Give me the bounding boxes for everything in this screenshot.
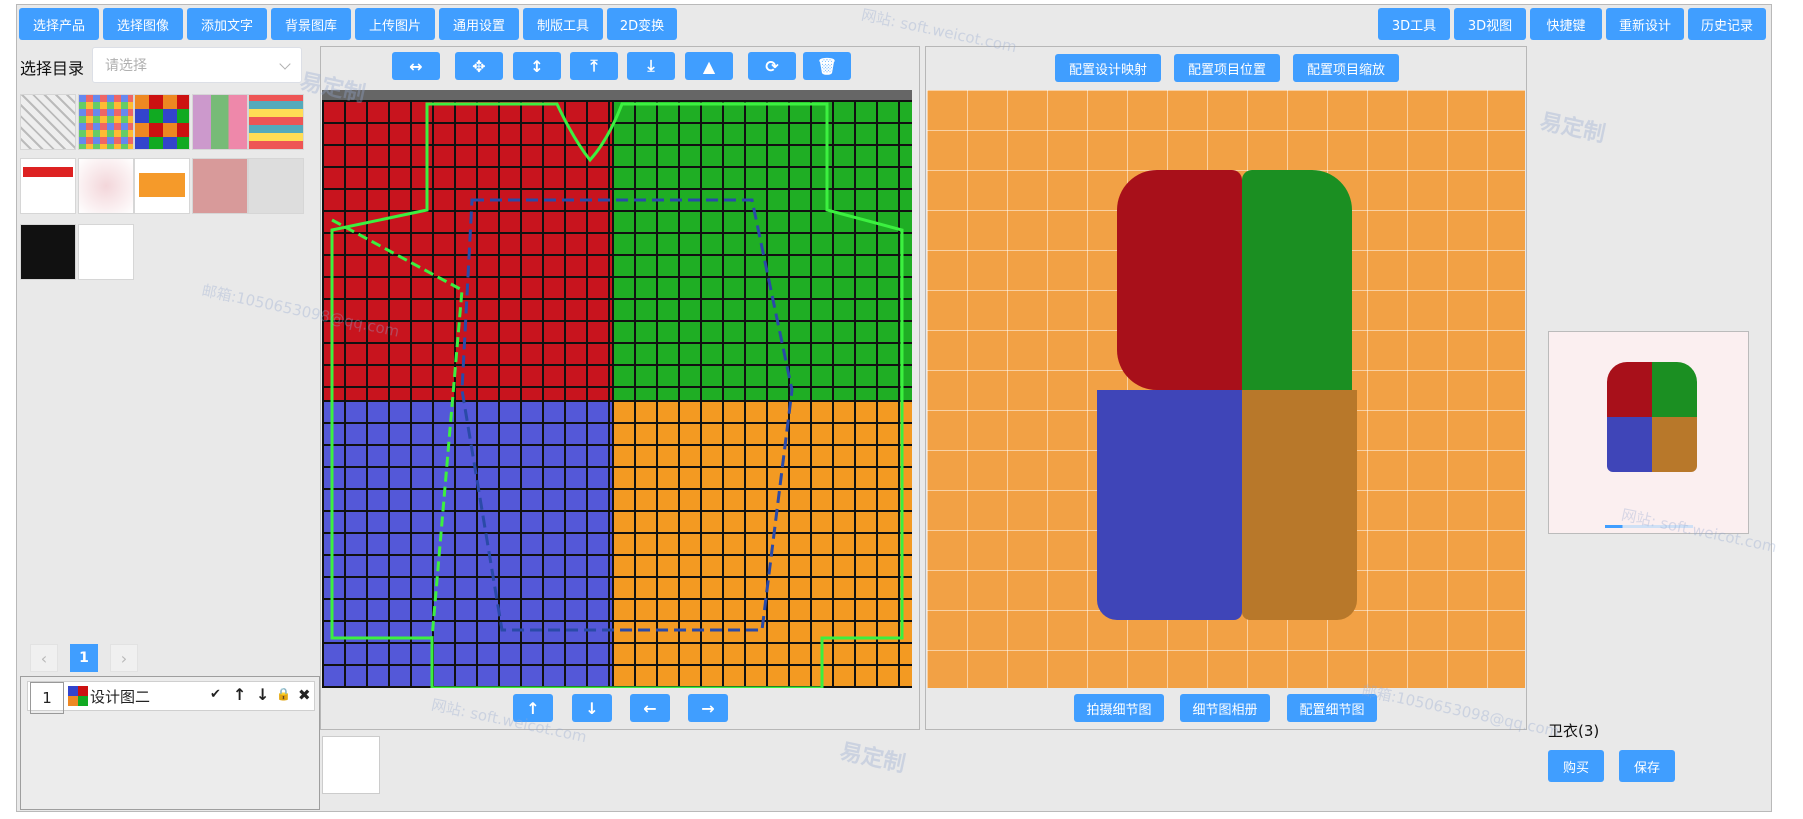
- align-top-button[interactable]: ⤒: [570, 52, 618, 80]
- layer-select-icon[interactable]: ✔: [210, 687, 221, 702]
- product-preview-card[interactable]: [1548, 331, 1749, 534]
- background-library-button[interactable]: 背景图库: [271, 8, 351, 40]
- center-button[interactable]: ▲: [685, 52, 733, 80]
- layer-up-icon[interactable]: ↑: [233, 685, 246, 704]
- image-thumbnail[interactable]: [248, 94, 304, 150]
- image-thumbnail[interactable]: [248, 158, 304, 214]
- align-bottom-button[interactable]: ⤓: [627, 52, 675, 80]
- product-name: 卫衣(3): [1548, 722, 1600, 740]
- pagination-next[interactable]: ›: [110, 644, 138, 672]
- config-item-scale-button[interactable]: 配置项目缩放: [1293, 54, 1399, 82]
- image-thumbnail[interactable]: [192, 158, 248, 214]
- capture-detail-button[interactable]: 拍摄细节图: [1074, 694, 1164, 722]
- design-canvas[interactable]: [322, 90, 912, 688]
- move-down-button[interactable]: ↓: [572, 694, 612, 722]
- select-product-button[interactable]: 选择产品: [19, 8, 99, 40]
- view-3d-scene[interactable]: [927, 90, 1525, 688]
- hoodie-orange-section: [1242, 390, 1357, 620]
- carousel-indicator[interactable]: [1605, 525, 1693, 528]
- image-thumbnail[interactable]: [78, 224, 134, 280]
- move-up-button[interactable]: ↑: [513, 694, 553, 722]
- image-thumbnail[interactable]: [20, 158, 76, 214]
- layer-name: 设计图二: [90, 688, 151, 706]
- delete-button[interactable]: 🗑: [803, 52, 851, 80]
- upload-image-button[interactable]: 上传图片: [355, 8, 435, 40]
- pattern-preview-thumbnail[interactable]: [322, 736, 380, 794]
- shortcuts-button[interactable]: 快捷键: [1530, 8, 1602, 40]
- image-thumbnail[interactable]: [192, 94, 248, 150]
- flip-vertical-button[interactable]: ↕: [513, 52, 561, 80]
- anniversary-graphic: [139, 173, 185, 197]
- config-design-mapping-button[interactable]: 配置设计映射: [1055, 54, 1161, 82]
- layer-thumbnail: [68, 686, 88, 706]
- layer-down-icon[interactable]: ↓: [256, 685, 269, 704]
- select-image-button[interactable]: 选择图像: [103, 8, 183, 40]
- preview-hoodie-image: [1607, 362, 1697, 472]
- transform-2d-button[interactable]: 2D变换: [607, 8, 677, 40]
- image-thumbnail[interactable]: [20, 94, 76, 150]
- add-text-button[interactable]: 添加文字: [187, 8, 267, 40]
- general-settings-button[interactable]: 通用设置: [439, 8, 519, 40]
- image-thumbnail[interactable]: [78, 158, 134, 214]
- buy-button[interactable]: 购买: [1548, 750, 1604, 782]
- image-thumbnail[interactable]: [78, 94, 134, 150]
- image-thumbnail[interactable]: [134, 94, 190, 150]
- layer-item[interactable]: 1 设计图二 ✔ ↑ ↓ 🔒 ✖: [27, 681, 315, 714]
- layer-panel: 1 设计图二 ✔ ↑ ↓ 🔒 ✖: [20, 676, 320, 810]
- catalog-placeholder: 请选择: [105, 58, 147, 74]
- image-thumbnail[interactable]: [134, 158, 190, 214]
- detail-album-button[interactable]: 细节图相册: [1180, 694, 1270, 722]
- catalog-select[interactable]: 请选择: [92, 47, 302, 83]
- rotate-button[interactable]: ⟳: [748, 52, 796, 80]
- layer-delete-icon[interactable]: ✖: [298, 686, 311, 704]
- catalog-label: 选择目录: [20, 59, 85, 78]
- move-left-button[interactable]: ←: [630, 694, 670, 722]
- layer-index: 1: [30, 682, 64, 714]
- hoodie-blue-section: [1097, 390, 1242, 620]
- history-button[interactable]: 历史记录: [1688, 8, 1766, 40]
- pagination-prev[interactable]: ‹: [30, 644, 58, 672]
- config-item-position-button[interactable]: 配置项目位置: [1174, 54, 1280, 82]
- chevron-down-icon: [279, 58, 291, 70]
- banner-graphic: [23, 167, 73, 177]
- redesign-button[interactable]: 重新设计: [1606, 8, 1684, 40]
- hoodie-red-section: [1117, 170, 1242, 390]
- move-right-button[interactable]: →: [688, 694, 728, 722]
- move-button[interactable]: ✥: [455, 52, 503, 80]
- view-3d-button[interactable]: 3D视图: [1454, 8, 1526, 40]
- hoodie-green-section: [1242, 170, 1352, 390]
- hoodie-render: [1097, 160, 1367, 640]
- flip-horizontal-button[interactable]: ↔: [392, 52, 440, 80]
- tools-3d-button[interactable]: 3D工具: [1378, 8, 1450, 40]
- config-detail-button[interactable]: 配置细节图: [1287, 694, 1377, 722]
- pattern-tools-button[interactable]: 制版工具: [523, 8, 603, 40]
- lock-icon[interactable]: 🔒: [276, 687, 291, 701]
- save-button[interactable]: 保存: [1619, 750, 1675, 782]
- pagination-page-1[interactable]: 1: [70, 644, 98, 672]
- garment-outline: [330, 102, 904, 688]
- image-thumbnail[interactable]: [20, 224, 76, 280]
